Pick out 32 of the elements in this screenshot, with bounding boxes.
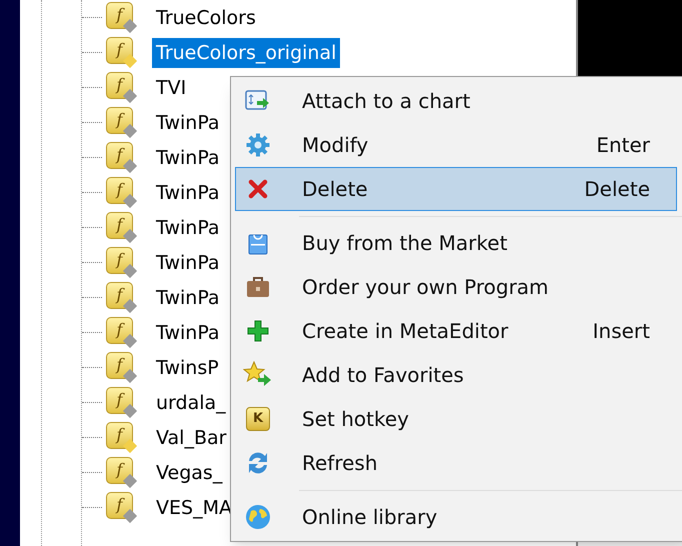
star-arrow-icon: [243, 361, 273, 389]
tree-item[interactable]: TwinPa: [152, 142, 224, 172]
menu-item[interactable]: Create in MetaEditor Insert: [235, 309, 677, 353]
menu-item[interactable]: Order your own Program: [235, 265, 677, 309]
menu-item[interactable]: Modify Enter: [235, 123, 677, 167]
tree-item[interactable]: TwinsP: [152, 352, 223, 382]
delete-icon: [248, 179, 268, 199]
menu-item[interactable]: Buy from the Market: [235, 221, 677, 265]
menu-item[interactable]: Refresh: [235, 441, 677, 485]
tree-item[interactable]: TwinPa: [152, 282, 224, 312]
tree-item[interactable]: Vegas_: [152, 458, 226, 488]
tree-item[interactable]: TwinPa: [152, 212, 224, 242]
gear-icon: [246, 133, 270, 157]
menu-item[interactable]: Delete Delete: [235, 167, 677, 211]
menu-item[interactable]: Attach to a chart: [235, 79, 677, 123]
tree-item[interactable]: urdala_: [152, 388, 230, 418]
chart-attach-icon: [245, 90, 271, 112]
tree-item[interactable]: TwinPa: [152, 318, 224, 348]
briefcase-icon: [245, 275, 271, 299]
tree-item[interactable]: TrueColors: [152, 2, 260, 32]
tree-item[interactable]: TwinPa: [152, 248, 224, 278]
tree-item[interactable]: Val_Bar: [152, 422, 230, 452]
tree-item[interactable]: TwinPa: [152, 178, 224, 208]
tree-item[interactable]: TVI: [152, 72, 190, 102]
plus-icon: [246, 319, 270, 343]
tree-item[interactable]: TwinPa: [152, 108, 224, 138]
hotkey-icon: K: [246, 407, 270, 431]
menu-item[interactable]: K Set hotkey: [235, 397, 677, 441]
menu-item[interactable]: Online library: [235, 495, 677, 539]
globe-icon: [244, 503, 272, 531]
menu-item[interactable]: Add to Favorites: [235, 353, 677, 397]
tree-item[interactable]: TrueColors_original: [152, 38, 340, 68]
